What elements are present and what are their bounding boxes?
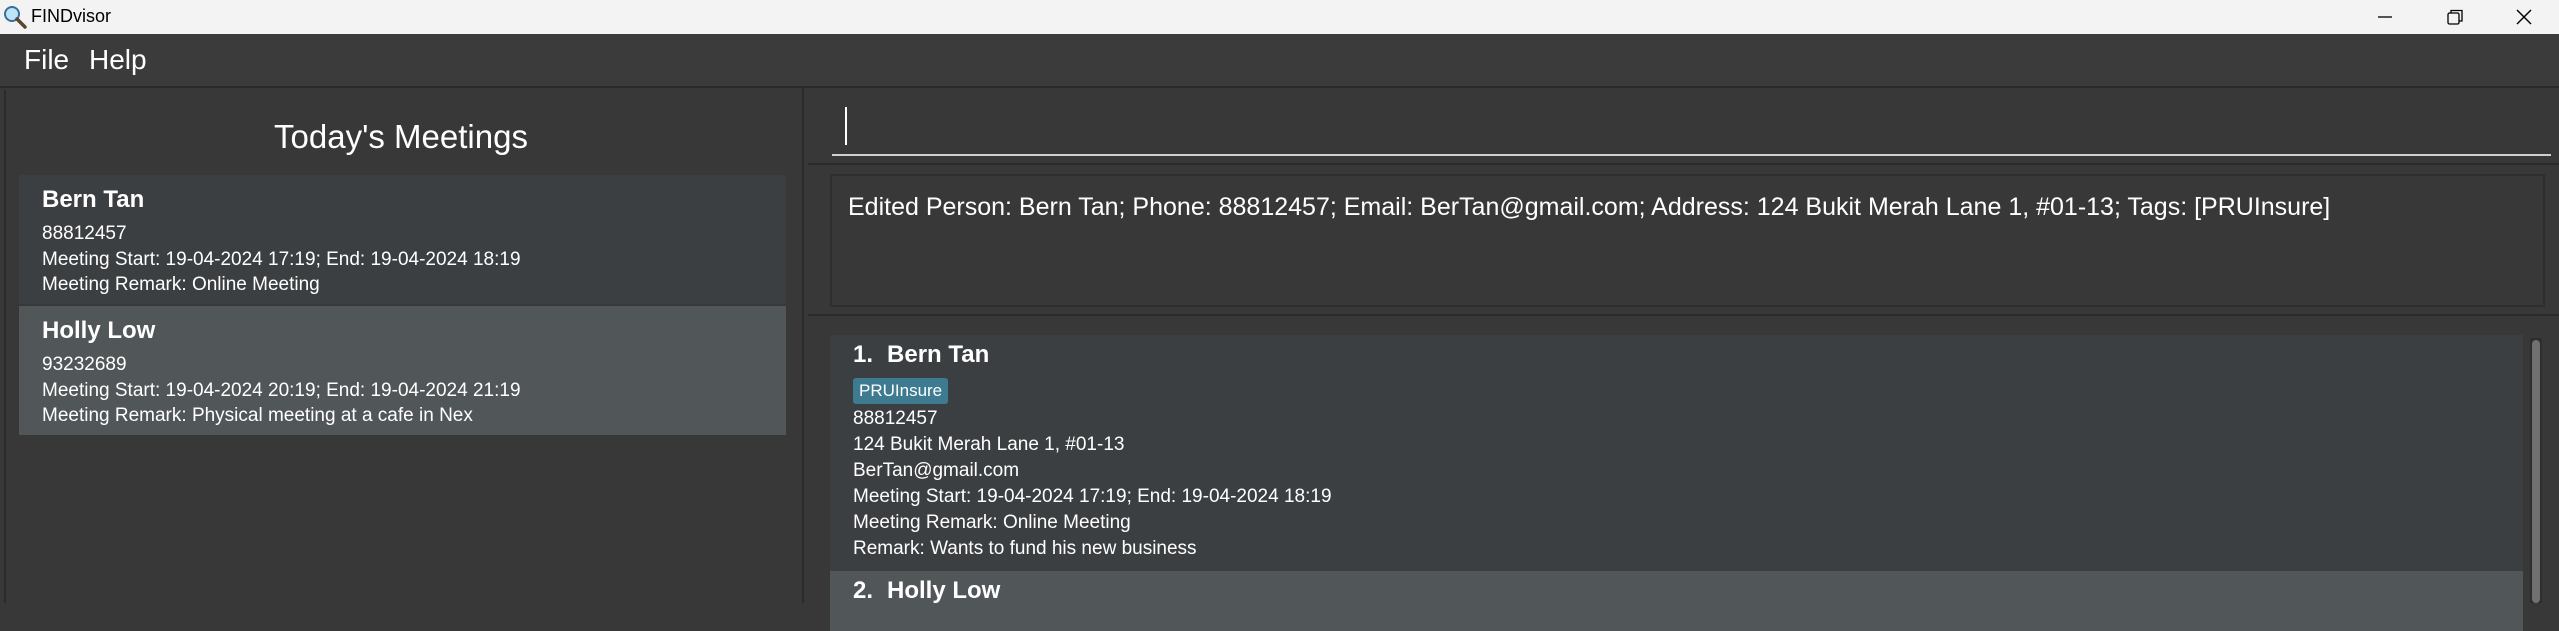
- close-button[interactable]: [2489, 0, 2559, 34]
- minimize-icon: [2378, 16, 2392, 18]
- menu-help[interactable]: Help: [89, 44, 147, 76]
- person-name: Bern Tan: [887, 341, 990, 368]
- person-address: 124 Bukit Merah Lane 1, #01-13: [853, 434, 1125, 455]
- person-meeting-remark: Meeting Remark: Online Meeting: [853, 512, 1131, 533]
- close-icon: [2516, 9, 2532, 25]
- meeting-card[interactable]: Holly Low 93232689 Meeting Start: 19-04-…: [19, 306, 786, 435]
- person-index: 2.: [853, 577, 874, 604]
- person-phone: 88812457: [853, 408, 938, 429]
- person-name-line: 2. Holly Low: [853, 577, 1000, 605]
- meeting-phone: 88812457: [42, 223, 127, 244]
- meeting-time: Meeting Start: 19-04-2024 17:19; End: 19…: [42, 249, 521, 270]
- person-index: 1.: [853, 341, 874, 368]
- menu-file[interactable]: File: [24, 44, 69, 76]
- menu-bar: File Help: [0, 34, 2559, 88]
- result-text: Edited Person: Bern Tan; Phone: 88812457…: [848, 193, 2331, 221]
- result-display: Edited Person: Bern Tan; Phone: 88812457…: [808, 166, 2559, 316]
- result-box[interactable]: Edited Person: Bern Tan; Phone: 88812457…: [830, 174, 2545, 307]
- command-input[interactable]: [832, 98, 2551, 156]
- title-bar: FINDvisor: [0, 0, 2559, 34]
- list-scrollbar[interactable]: [2530, 338, 2542, 603]
- scrollbar-thumb[interactable]: [2532, 340, 2540, 603]
- meeting-remark: Meeting Remark: Online Meeting: [42, 274, 320, 295]
- person-meeting: Meeting Start: 19-04-2024 17:19; End: 19…: [853, 486, 1332, 507]
- restore-button[interactable]: [2420, 0, 2490, 34]
- person-email: BerTan@gmail.com: [853, 460, 1020, 481]
- meeting-name: Bern Tan: [42, 186, 145, 213]
- meeting-time: Meeting Start: 19-04-2024 20:19; End: 19…: [42, 380, 521, 401]
- minimize-button[interactable]: [2350, 0, 2420, 34]
- person-card[interactable]: 2. Holly Low: [830, 571, 2523, 631]
- command-box: [808, 88, 2559, 165]
- meeting-card[interactable]: Bern Tan 88812457 Meeting Start: 19-04-2…: [19, 175, 786, 304]
- person-remark: Remark: Wants to fund his new business: [853, 538, 1197, 559]
- person-name-line: 1. Bern Tan: [853, 341, 989, 369]
- meeting-name: Holly Low: [42, 317, 156, 344]
- magnifier-icon: [4, 6, 27, 29]
- person-card[interactable]: 1. Bern Tan PRUInsure 88812457 124 Bukit …: [830, 335, 2523, 575]
- person-tag: PRUInsure: [853, 378, 949, 404]
- meeting-phone: 93232689: [42, 354, 127, 375]
- meetings-title: Today's Meetings: [274, 118, 528, 155]
- window-title: FINDvisor: [31, 6, 111, 26]
- person-list: 1. Bern Tan PRUInsure 88812457 124 Bukit …: [808, 318, 2559, 631]
- text-caret: [845, 107, 847, 145]
- meeting-remark: Meeting Remark: Physical meeting at a ca…: [42, 405, 473, 426]
- person-name: Holly Low: [887, 577, 1001, 604]
- restore-icon: [2447, 9, 2463, 25]
